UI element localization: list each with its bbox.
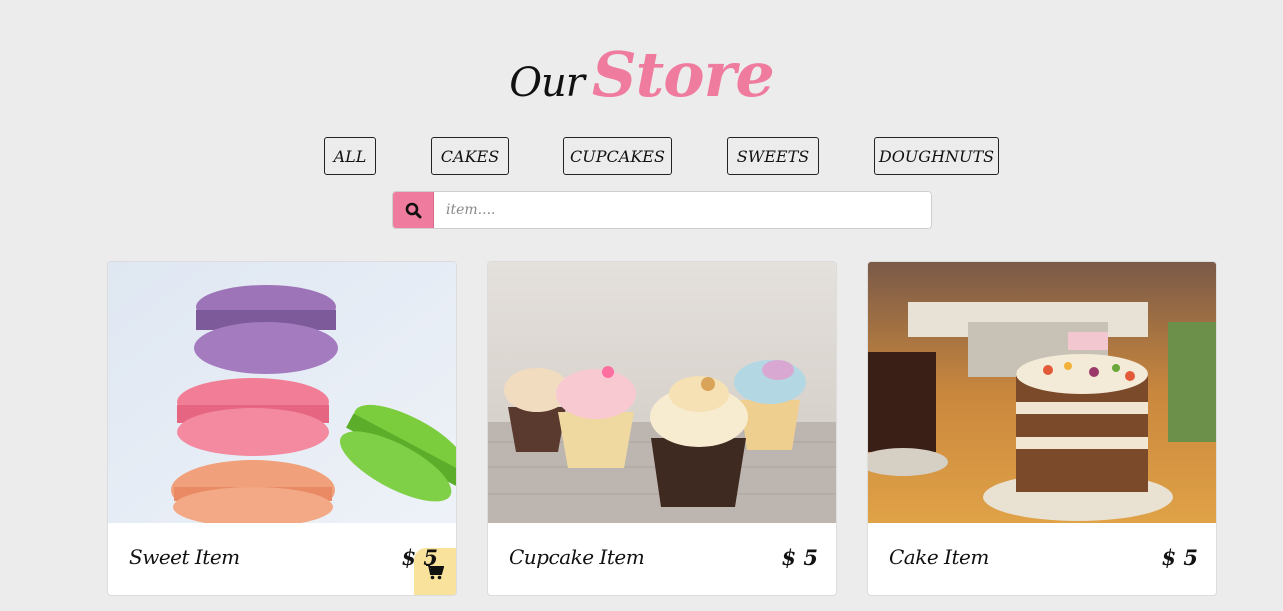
product-card-cupcake: Cupcake Item $ 5 (487, 261, 837, 596)
search-icon (405, 202, 421, 218)
product-name: Cupcake Item (509, 545, 645, 569)
search-bar (392, 191, 932, 229)
product-name: Cake Item (889, 545, 989, 569)
store-title: Our Store (0, 38, 1283, 111)
filter-cakes-button[interactable]: CAKES (431, 137, 509, 175)
product-price: $ 5 (401, 544, 438, 570)
card-footer: Sweet Item $ 5 (108, 523, 456, 595)
title-prefix: Our (509, 60, 585, 106)
product-card-cake: Cake Item $ 5 (867, 261, 1217, 596)
filter-doughnuts-button[interactable]: DOUGHNUTS (874, 137, 999, 175)
product-card-sweet: Sweet Item $ 5 (107, 261, 457, 596)
cake-photo[interactable] (868, 262, 1216, 523)
product-price: $ 5 (1161, 544, 1198, 570)
filter-all-button[interactable]: ALL (324, 137, 376, 175)
card-footer: Cupcake Item $ 5 (488, 523, 836, 595)
filter-cupcakes-button[interactable]: CUPCAKES (563, 137, 672, 175)
product-name: Sweet Item (129, 545, 240, 569)
search-input[interactable] (434, 192, 931, 228)
cupcakes-photo[interactable] (488, 262, 836, 523)
card-footer: Cake Item $ 5 (868, 523, 1216, 595)
search-button[interactable] (393, 192, 434, 228)
product-price: $ 5 (781, 544, 818, 570)
macarons-photo[interactable] (108, 262, 456, 523)
filter-sweets-button[interactable]: SWEETS (727, 137, 819, 175)
title-main: Store (591, 38, 775, 111)
